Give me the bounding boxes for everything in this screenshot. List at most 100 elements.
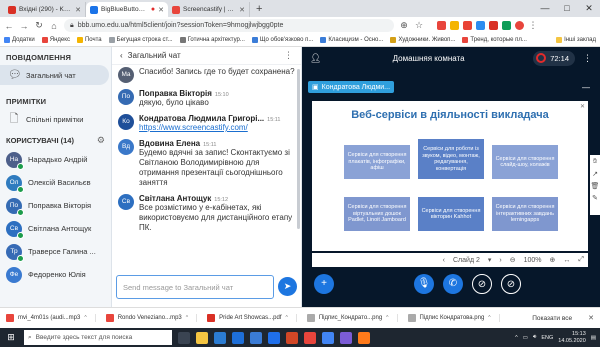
reload-icon[interactable]: ↻ — [34, 20, 44, 31]
actions-plus-button[interactable]: + — [314, 274, 334, 294]
file-explorer-icon[interactable] — [196, 331, 208, 344]
bookmark-item[interactable]: Тренд, которые пл... — [462, 37, 527, 43]
network-icon[interactable]: ▭ — [523, 335, 528, 341]
user-list-item[interactable]: Ол Олексій Васильєв — [0, 171, 111, 194]
previous-slide-button[interactable]: ‹ — [443, 257, 445, 264]
slide-selector[interactable]: Слайд 2 — [453, 257, 480, 264]
fit-width-icon[interactable]: ↔ — [563, 257, 570, 264]
mail-icon[interactable] — [268, 331, 280, 344]
notifications-icon[interactable]: ▤ — [591, 335, 596, 341]
zoom-icon[interactable]: ⊕ — [399, 20, 409, 31]
powerpoint-icon[interactable] — [286, 331, 298, 344]
sidebar-item-public-chat[interactable]: 💬︎ Загальний чат — [0, 65, 109, 85]
user-list-item[interactable]: Фе Федоренко Юлія — [0, 263, 111, 286]
extension-icon[interactable] — [450, 21, 459, 30]
next-slide-button[interactable]: › — [499, 257, 501, 264]
recording-timer[interactable]: 72:14 — [533, 50, 575, 66]
chevron-up-icon[interactable]: ^ — [515, 335, 518, 341]
user-list-item[interactable]: Св Світлана Антощук — [0, 217, 111, 240]
taskbar-search-input[interactable]: ⌕ Введите здесь текст для поиска — [24, 330, 172, 345]
chevron-down-icon[interactable]: ▾ — [488, 256, 492, 264]
back-arrow-icon[interactable]: ← — [4, 21, 14, 31]
clock[interactable]: 15:13 14.05.2020 — [558, 331, 586, 344]
bookmark-item[interactable]: Що обов'язково п... — [251, 37, 313, 43]
close-tab-icon[interactable]: ✕ — [75, 6, 81, 14]
user-list-item[interactable]: На Нарадько Андрій — [0, 148, 111, 171]
url-field[interactable]: 🔒︎ bbb.umo.edu.ua/html5client/join?sessi… — [64, 19, 394, 32]
sidebar-item-shared-notes[interactable]: 🗋︎ Спільні примітки — [0, 109, 111, 129]
close-window-button[interactable]: ✕ — [578, 0, 600, 17]
microphone-button[interactable]: 🎙︎ — [414, 274, 434, 294]
close-tab-icon[interactable]: ✕ — [239, 6, 245, 14]
new-tab-button[interactable]: + — [250, 2, 268, 17]
user-list-item[interactable]: Тр Траверсе Галина ... — [0, 240, 111, 263]
user-icon[interactable]: 👤︎ — [310, 53, 324, 64]
more-menu-icon[interactable]: ⋮ — [528, 20, 538, 31]
chrome-icon[interactable] — [322, 331, 334, 344]
arrow-icon[interactable]: ↗ — [592, 170, 598, 178]
browser-tab-screencastify[interactable]: Screencastify | The #1 Screen Re ✕ — [168, 2, 250, 17]
minimize-button[interactable]: — — [534, 0, 556, 17]
more-options-icon[interactable]: ⋮ — [583, 53, 592, 64]
chevron-up-icon[interactable]: ^ — [84, 315, 86, 321]
download-item[interactable]: Підпис_Кондрато...png ^ — [306, 314, 398, 322]
store-icon[interactable] — [250, 331, 262, 344]
more-options-icon[interactable]: ⋮ — [284, 50, 293, 61]
chevron-left-icon[interactable]: ‹ — [120, 51, 123, 60]
zoom-in-button[interactable]: ⊕ — [550, 256, 556, 264]
keyboard-language[interactable]: ENG — [541, 335, 553, 341]
chevron-up-icon[interactable]: ^ — [386, 315, 388, 321]
task-view-icon[interactable] — [178, 331, 190, 344]
bookmark-item[interactable]: Готична архітектур... — [179, 37, 245, 43]
close-icon[interactable]: ✕ — [588, 314, 594, 322]
volume-icon[interactable]: 🔊︎ — [533, 334, 536, 341]
chat-message-input[interactable]: Send message to Загальний чат — [116, 275, 274, 299]
download-item[interactable]: Підпис Кондратова.png ^ — [407, 314, 500, 322]
bookmark-item[interactable]: Класицизм - Осно... — [320, 37, 383, 43]
phone-button[interactable]: ✆ — [443, 274, 463, 294]
extension-icon[interactable] — [437, 21, 446, 30]
chat-scrollbar[interactable] — [297, 69, 300, 229]
bookmark-item[interactable]: Додатки — [4, 37, 35, 43]
hand-icon[interactable]: ✋︎ — [593, 158, 597, 166]
extension-icon[interactable] — [476, 21, 485, 30]
bookmark-item[interactable]: Почта — [76, 37, 102, 43]
pencil-icon[interactable]: ✎ — [592, 194, 598, 202]
trash-icon[interactable]: 🗑︎ — [591, 182, 600, 190]
user-list-item[interactable]: По Поправка Вікторія — [0, 194, 111, 217]
download-item[interactable]: Rondo Veneziano...mp3 ^ — [105, 314, 198, 322]
maximize-button[interactable]: □ — [556, 0, 578, 17]
download-item[interactable]: mvi_4m01s (audi...mp3 ^ — [6, 314, 96, 322]
send-button[interactable]: ➤ — [278, 277, 297, 296]
camera-button[interactable]: ⊘ — [472, 274, 492, 294]
home-icon[interactable]: ⌂ — [49, 21, 59, 31]
edge-icon[interactable] — [232, 331, 244, 344]
message-link[interactable]: https://www.screencastify.com/ — [139, 123, 248, 132]
profile-avatar-icon[interactable] — [515, 21, 524, 30]
app-icon[interactable] — [358, 331, 370, 344]
browser-tab-bigbluebutton[interactable]: BigBlueButton - Домашня ● ✕ — [86, 2, 168, 17]
bookmark-item[interactable]: Художники. Живоп... — [390, 37, 455, 43]
fullscreen-icon[interactable]: ⤢ — [578, 256, 584, 264]
minimize-presentation-icon[interactable]: — — [582, 83, 590, 92]
viber-icon[interactable] — [340, 331, 352, 344]
windows-start-icon[interactable]: ⊞ — [4, 332, 18, 343]
chevron-up-icon[interactable]: ^ — [286, 315, 288, 321]
extension-icon[interactable] — [502, 21, 511, 30]
word-icon[interactable] — [214, 331, 226, 344]
bookmark-item[interactable]: Бегущая строка ст... — [108, 37, 173, 43]
other-bookmarks[interactable]: Інші заклад — [556, 37, 596, 43]
bookmark-star-icon[interactable]: ☆ — [414, 20, 424, 31]
screen-share-button[interactable]: ⊘ — [501, 274, 521, 294]
extension-icon[interactable] — [463, 21, 472, 30]
zoom-out-button[interactable]: ⊖ — [510, 256, 516, 264]
download-item[interactable]: Pride Art Showcas...pdf ^ — [207, 314, 297, 322]
extension-icon[interactable] — [489, 21, 498, 30]
browser-tab-gmail[interactable]: Вхідні (290) - Kondratovaua@g ✕ — [4, 2, 86, 17]
show-all-downloads-button[interactable]: Показати все — [526, 313, 578, 324]
chevron-up-icon[interactable]: ^ — [488, 315, 490, 321]
bookmark-item[interactable]: Яндекс — [41, 37, 70, 43]
chevron-up-icon[interactable]: ^ — [186, 315, 188, 321]
opera-icon[interactable] — [304, 331, 316, 344]
gear-icon[interactable]: ⚙ — [97, 135, 105, 146]
